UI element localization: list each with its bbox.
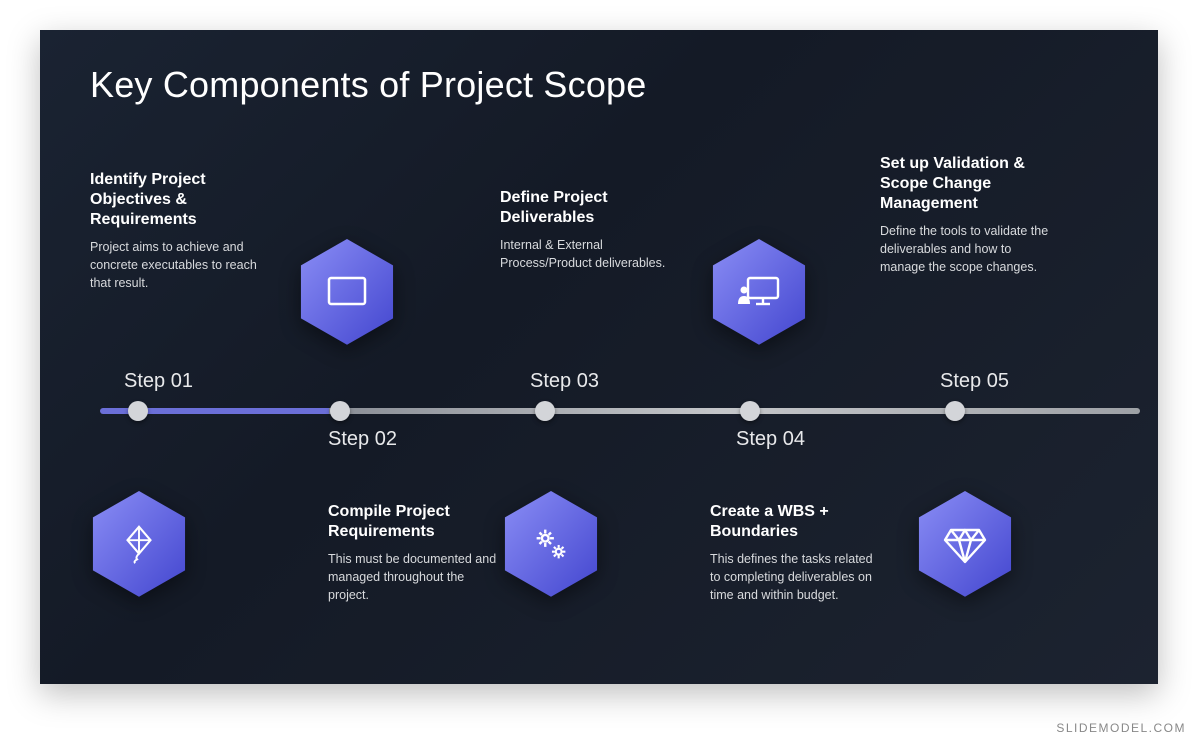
slide: Key Components of Project Scope Step 01 … — [40, 30, 1158, 684]
step-heading-5: Set up Validation & Scope Change Managem… — [880, 154, 1055, 214]
step-label-1: Step 01 — [124, 370, 193, 393]
timeline-dot-2 — [330, 401, 350, 421]
presentation-icon — [734, 270, 784, 314]
hex-5 — [916, 488, 1014, 600]
hex-1 — [90, 488, 188, 600]
step-block-2: Compile Project Requirements This must b… — [328, 502, 503, 604]
diamond-icon — [941, 522, 989, 566]
gears-icon — [528, 521, 574, 567]
hex-3 — [502, 488, 600, 600]
step-label-2: Step 02 — [328, 428, 397, 451]
timeline-dot-3 — [535, 401, 555, 421]
step-heading-4: Create a WBS + Boundaries — [710, 502, 885, 542]
step-desc-1: Project aims to achieve and concrete exe… — [90, 238, 265, 292]
monitor-icon — [323, 272, 371, 312]
step-desc-2: This must be documented and managed thro… — [328, 550, 503, 604]
step-desc-5: Define the tools to validate the deliver… — [880, 222, 1055, 276]
hex-2 — [298, 236, 396, 348]
step-label-3: Step 03 — [530, 370, 599, 393]
timeline-track — [100, 408, 1140, 414]
step-heading-2: Compile Project Requirements — [328, 502, 503, 542]
step-desc-3: Internal & External Process/Product deli… — [500, 236, 675, 272]
watermark: SLIDEMODEL.COM — [1056, 721, 1186, 735]
timeline-dot-5 — [945, 401, 965, 421]
step-block-1: Identify Project Objectives & Requiremen… — [90, 170, 265, 292]
timeline-dot-4 — [740, 401, 760, 421]
timeline-dot-1 — [128, 401, 148, 421]
step-heading-3: Define Project Deliverables — [500, 188, 675, 228]
step-block-3: Define Project Deliverables Internal & E… — [500, 188, 675, 272]
step-label-5: Step 05 — [940, 370, 1009, 393]
step-block-5: Set up Validation & Scope Change Managem… — [880, 154, 1055, 276]
hex-4 — [710, 236, 808, 348]
step-heading-1: Identify Project Objectives & Requiremen… — [90, 170, 265, 230]
slide-title: Key Components of Project Scope — [90, 64, 647, 106]
step-block-4: Create a WBS + Boundaries This defines t… — [710, 502, 885, 604]
kite-icon — [116, 521, 162, 567]
canvas: Key Components of Project Scope Step 01 … — [0, 0, 1200, 743]
step-desc-4: This defines the tasks related to comple… — [710, 550, 885, 604]
step-label-4: Step 04 — [736, 428, 805, 451]
